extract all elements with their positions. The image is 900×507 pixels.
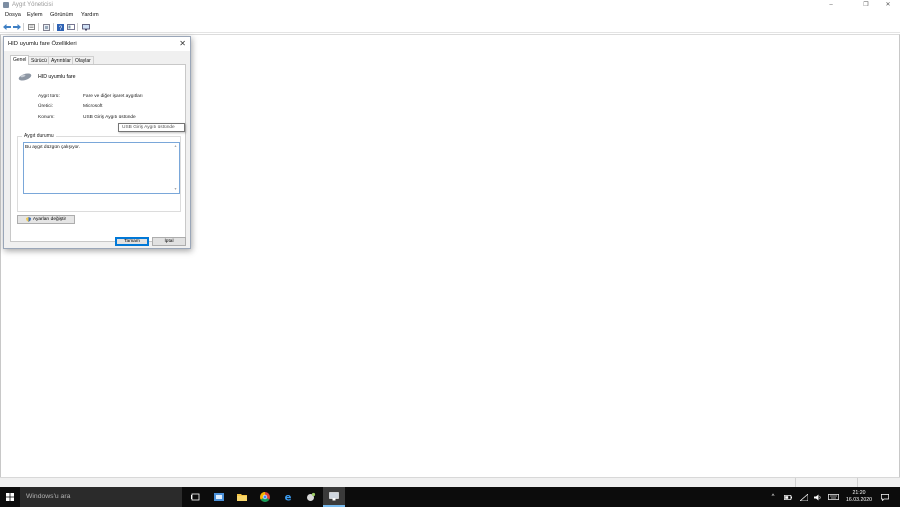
edge-icon[interactable]: e (277, 487, 299, 507)
scroll-up-icon[interactable]: ▲ (173, 144, 178, 148)
clock-time: 21:20 (852, 490, 866, 496)
help-icon[interactable]: ? (56, 23, 65, 31)
general-tab-panel: HID uyumlu fare Aygıt türü: Fare ve diğe… (10, 64, 186, 242)
device-status-text: Bu aygıt düzgün çalışıyor. (25, 145, 80, 150)
menu-view[interactable]: Görünüm (50, 12, 73, 18)
menu-bar: Dosya Eylem Görünüm Yardım (0, 11, 900, 21)
device-type-label: Aygıt türü: (38, 94, 60, 99)
uac-shield-icon (25, 217, 31, 222)
status-scrollbar[interactable]: ▲ ▼ (173, 144, 178, 192)
forward-icon[interactable] (12, 23, 21, 31)
task-view-icon[interactable] (184, 487, 206, 507)
volume-icon[interactable] (813, 491, 823, 503)
device-status-group: Aygıt durumu Bu aygıt düzgün çalışıyor. … (17, 133, 181, 212)
chevron-up-icon[interactable]: ^ (768, 491, 778, 503)
device-manager-icon (3, 2, 9, 8)
search-placeholder: Windows'u ara (26, 493, 71, 500)
chrome-icon[interactable] (254, 487, 276, 507)
change-settings-button[interactable]: Ayarları değiştir (17, 215, 75, 224)
menu-help[interactable]: Yardım (81, 12, 99, 18)
maximize-button[interactable]: ❐ (855, 0, 877, 10)
tab-events[interactable]: Olaylar (72, 56, 94, 64)
location-label: Konum: (38, 115, 55, 120)
taskbar: Windows'u ara e ^ 21:20 16.03.2020 (0, 487, 900, 507)
tab-details[interactable]: Ayrıntılar (48, 56, 74, 64)
taskbar-clock[interactable]: 21:20 16.03.2020 (841, 490, 877, 504)
taskbar-search[interactable]: Windows'u ara (20, 487, 182, 507)
svg-text:e: e (285, 493, 292, 503)
view-icon[interactable] (66, 23, 75, 31)
device-status-label: Aygıt durumu (22, 133, 56, 139)
menu-file[interactable]: Dosya (5, 12, 21, 18)
windows-logo-icon (6, 493, 14, 501)
store-app-icon[interactable] (208, 487, 230, 507)
change-settings-label: Ayarları değiştir (32, 217, 67, 222)
window-titlebar: Aygıt Yöneticisi – ❐ ✕ (0, 0, 900, 10)
file-explorer-icon[interactable] (231, 487, 253, 507)
network-icon[interactable] (799, 491, 809, 503)
keyboard-icon[interactable] (827, 491, 839, 503)
tab-driver[interactable]: Sürücü (28, 56, 50, 64)
menu-action[interactable]: Eylem (27, 12, 43, 18)
device-type-value: Fare ve diğer işaret aygıtları (83, 94, 143, 99)
battery-icon[interactable] (783, 491, 793, 503)
back-icon[interactable] (2, 23, 11, 31)
update-icon[interactable] (42, 23, 51, 31)
close-button[interactable]: ✕ (877, 0, 899, 10)
device-manager-taskbar-icon[interactable] (323, 487, 345, 507)
dialog-title: HID uyumlu fare Özellikleri (8, 41, 77, 47)
device-status-textbox[interactable]: Bu aygıt düzgün çalışıyor. ▲ ▼ (23, 142, 180, 194)
ok-button[interactable]: Tamam (115, 237, 149, 246)
clock-date: 16.03.2020 (846, 497, 872, 503)
monitor-icon[interactable] (81, 23, 90, 31)
device-name: HID uyumlu fare (38, 74, 76, 80)
scroll-down-icon[interactable]: ▼ (173, 187, 178, 191)
tab-general[interactable]: Genel (10, 55, 30, 65)
window-title: Aygıt Yöneticisi (12, 1, 53, 8)
toolbar: ? (0, 21, 900, 33)
start-button[interactable] (0, 487, 20, 507)
manufacturer-value: Microsoft (83, 104, 103, 109)
app-icon[interactable] (300, 487, 322, 507)
properties-icon[interactable] (27, 23, 36, 31)
manufacturer-label: Üretici: (38, 104, 53, 109)
properties-dialog: HID uyumlu fare Özellikleri ✕ Genel Sürü… (3, 36, 191, 249)
dialog-titlebar: HID uyumlu fare Özellikleri ✕ (4, 37, 190, 51)
minimize-button[interactable]: – (820, 0, 842, 10)
dialog-close-button[interactable]: ✕ (179, 39, 186, 48)
mouse-icon (18, 73, 32, 81)
notification-icon[interactable] (880, 491, 890, 503)
location-value: USB Giriş Aygıtı üstünde (83, 115, 136, 120)
cancel-button[interactable]: İptal (152, 237, 186, 246)
location-tooltip: USB Giriş Aygıtı üstünde (118, 123, 185, 132)
status-bar (0, 477, 900, 488)
